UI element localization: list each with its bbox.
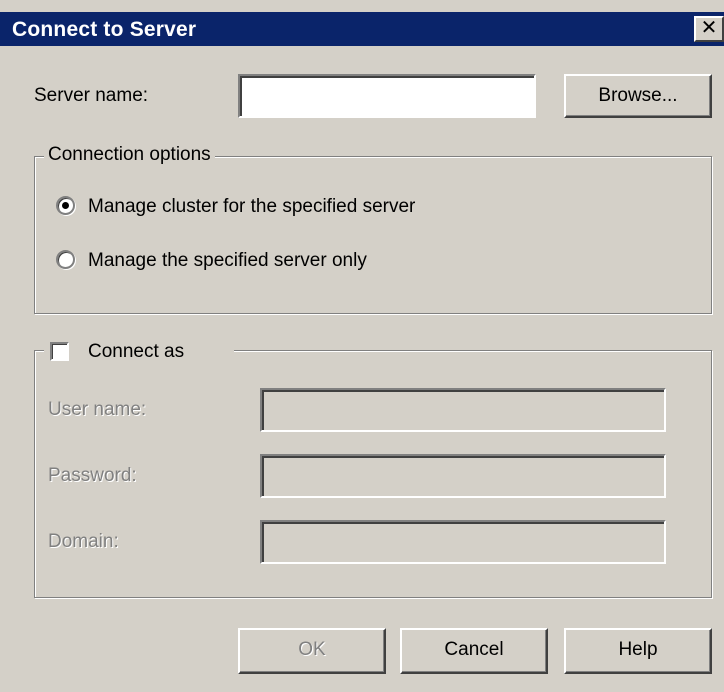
- cancel-button-label: Cancel: [444, 639, 504, 660]
- connect-as-checkbox[interactable]: [50, 342, 69, 361]
- window-title: Connect to Server: [12, 18, 197, 41]
- password-field[interactable]: [260, 454, 666, 498]
- password-label: Password:: [48, 465, 137, 486]
- radio-selected-dot: [62, 202, 69, 209]
- manage-cluster-radio[interactable]: [56, 196, 75, 215]
- server-name-label: Server name:: [34, 85, 148, 107]
- password-input[interactable]: [262, 456, 664, 496]
- user-name-label: User name:: [48, 399, 147, 420]
- domain-label: Domain:: [48, 531, 119, 552]
- browse-button-label: Browse...: [598, 85, 678, 106]
- connect-as-label[interactable]: Connect as: [88, 341, 184, 363]
- server-name-label-text: Server name:: [34, 85, 149, 106]
- server-name-field[interactable]: [238, 74, 536, 118]
- help-button[interactable]: Help: [564, 628, 712, 674]
- close-button[interactable]: ✕: [694, 16, 724, 42]
- browse-button[interactable]: Browse...: [564, 74, 712, 118]
- help-button-label: Help: [618, 639, 658, 660]
- manage-cluster-label[interactable]: Manage cluster for the specified server: [88, 196, 415, 218]
- ok-button-label: OK: [298, 639, 326, 660]
- manage-server-only-label[interactable]: Manage the specified server only: [88, 250, 367, 272]
- cancel-button[interactable]: Cancel: [400, 628, 548, 674]
- close-icon: ✕: [700, 17, 718, 39]
- connect-to-server-dialog: Connect to Server ✕ Server name: Browse.…: [0, 0, 724, 692]
- manage-server-only-radio[interactable]: [56, 250, 75, 269]
- title-bar[interactable]: Connect to Server ✕: [0, 12, 724, 46]
- user-name-field[interactable]: [260, 388, 666, 432]
- ok-button[interactable]: OK: [238, 628, 386, 674]
- domain-field[interactable]: [260, 520, 666, 564]
- server-name-input[interactable]: [240, 76, 534, 116]
- connection-options-legend: Connection options: [44, 144, 215, 166]
- user-name-input[interactable]: [262, 390, 664, 430]
- domain-input[interactable]: [262, 522, 664, 562]
- connection-options-group: [34, 156, 712, 314]
